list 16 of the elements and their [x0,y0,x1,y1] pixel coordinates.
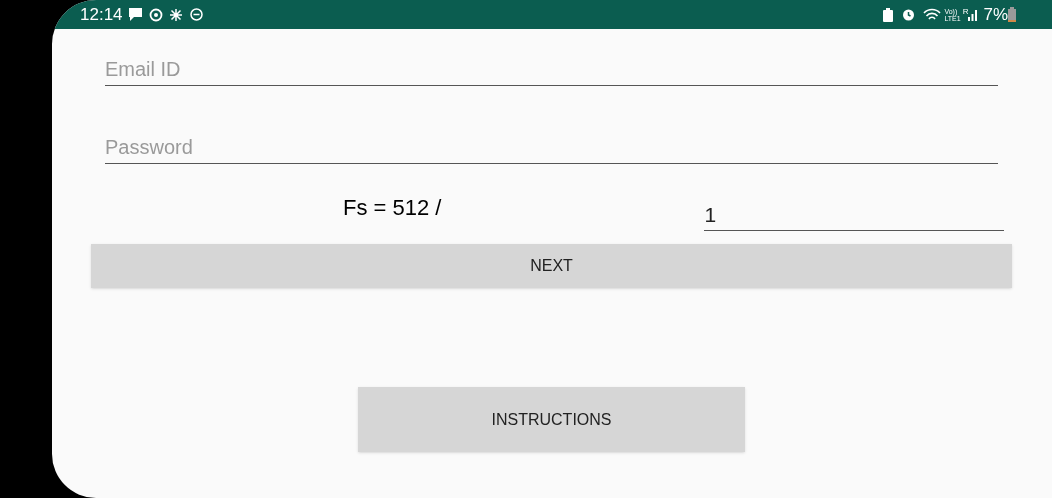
fs-value-field[interactable]: 1 [704,199,1005,231]
do-not-disturb-icon [189,8,203,21]
instructions-button[interactable]: INSTRUCTIONS [358,387,745,452]
next-button[interactable]: NEXT [91,244,1012,288]
fs-label: Fs = 512 / [343,194,442,219]
battery-percent: 7% [983,3,1008,26]
battery-saver-icon [883,7,894,22]
password-field[interactable]: Password [105,132,998,164]
roaming-label: R [962,6,969,18]
wifi-icon [923,7,942,22]
sun-icon [168,7,183,22]
email-field[interactable]: Email ID [105,54,998,86]
message-icon [127,7,143,22]
clock: 12:14 [80,3,123,26]
signal-icon [968,8,979,21]
battery-icon [1008,7,1016,22]
